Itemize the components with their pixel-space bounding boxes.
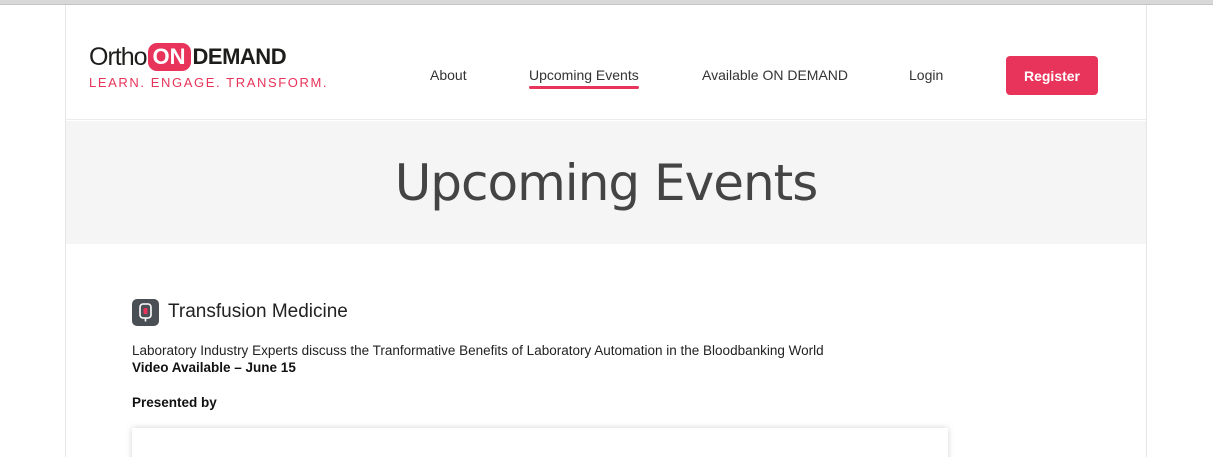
presenter-card: [132, 428, 948, 457]
page-title: Upcoming Events: [394, 153, 819, 212]
event-section: Transfusion Medicine Laboratory Industry…: [132, 298, 952, 410]
event-availability: Video Available – June 15: [132, 360, 296, 375]
main-nav: About Upcoming Events Available ON DEMAN…: [66, 5, 1146, 120]
site-header: Ortho ON DEMAND LEARN. ENGAGE. TRANSFORM…: [66, 5, 1146, 120]
event-description: Laboratory Industry Experts discuss the …: [132, 343, 824, 358]
nav-upcoming-events[interactable]: Upcoming Events: [529, 67, 639, 89]
event-title: Transfusion Medicine: [168, 301, 348, 322]
nav-login[interactable]: Login: [909, 67, 943, 83]
blood-bag-icon: [132, 298, 159, 326]
page-hero: Upcoming Events: [66, 121, 1146, 244]
nav-available-on-demand[interactable]: Available ON DEMAND: [702, 67, 848, 83]
event-title-row: Transfusion Medicine: [132, 298, 952, 326]
nav-about[interactable]: About: [430, 67, 467, 83]
presented-by-label: Presented by: [132, 395, 217, 410]
register-button[interactable]: Register: [1006, 56, 1098, 95]
